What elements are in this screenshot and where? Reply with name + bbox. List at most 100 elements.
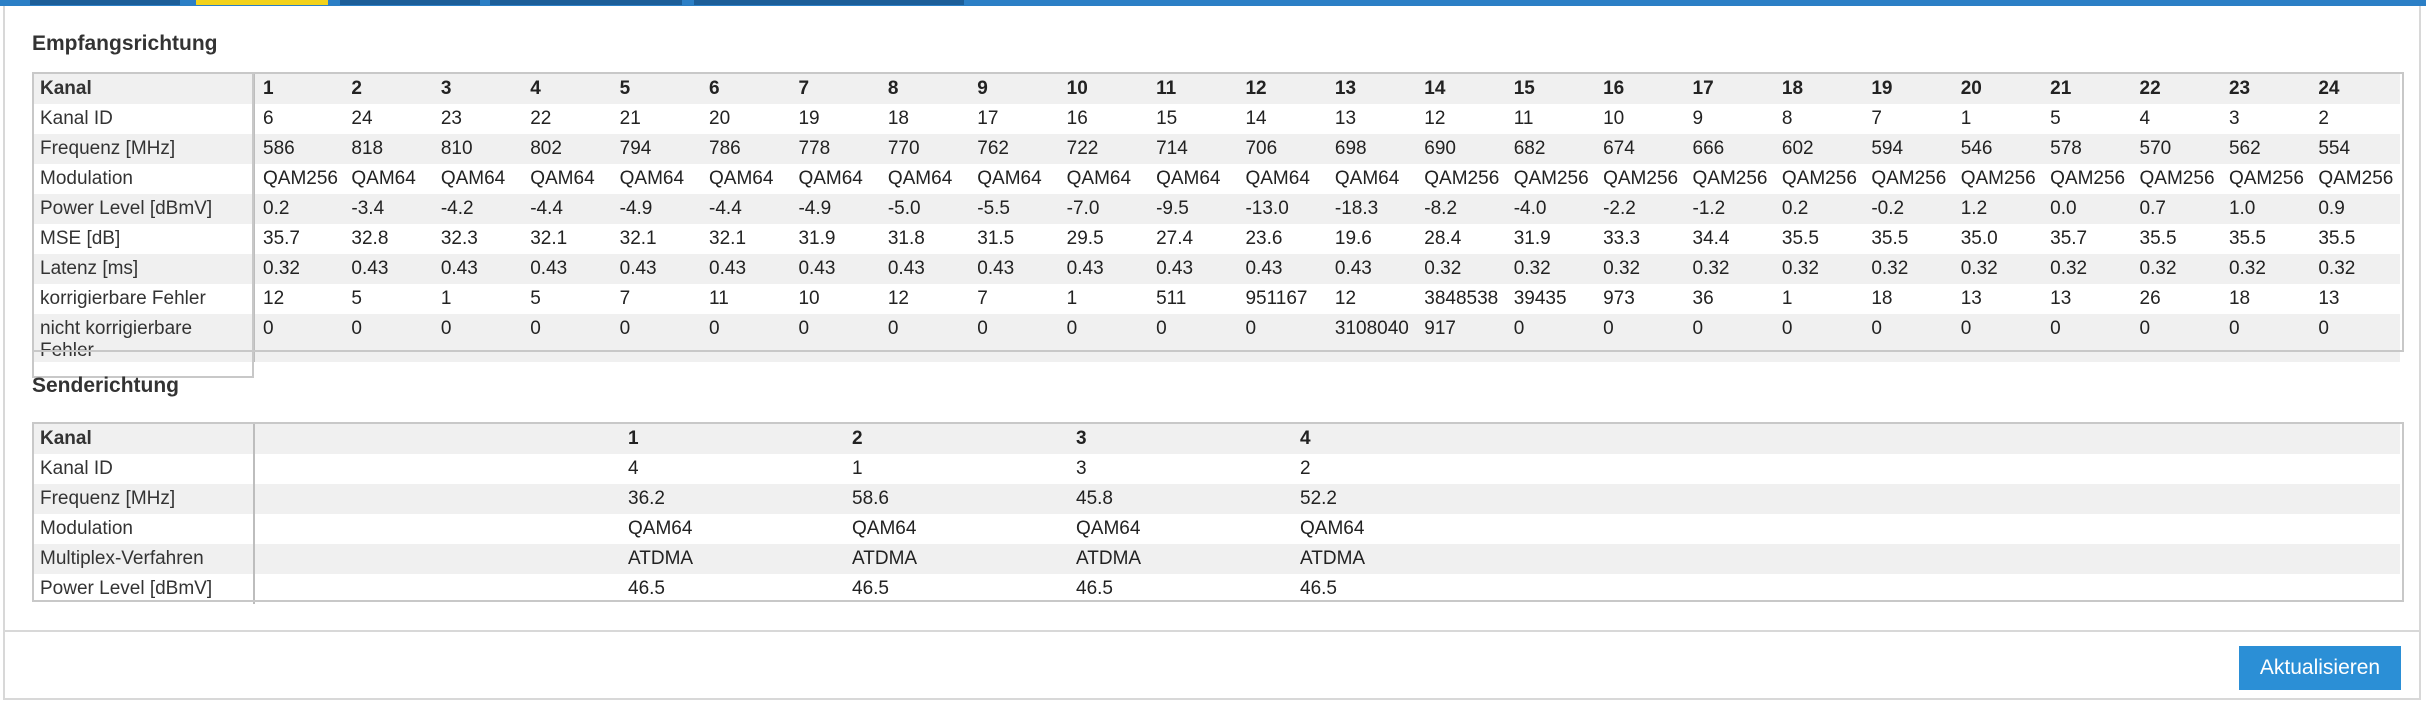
table-cell: 27.4 — [1148, 224, 1238, 254]
table-cell: 46.5 — [1068, 574, 1292, 604]
table-cell: 32.1 — [701, 224, 791, 254]
table-cell: QAM64 — [611, 164, 702, 194]
tab-indicator-1[interactable] — [30, 0, 180, 5]
table-cell: 3 — [2220, 104, 2311, 134]
table-cell: 10 — [1595, 104, 1685, 134]
table-cell: -13.0 — [1237, 194, 1327, 224]
table-cell: QAM256 — [254, 164, 344, 194]
table-cell: QAM64 — [343, 164, 433, 194]
row-label: Frequenz [MHz] — [32, 484, 255, 514]
tab-indicator-3[interactable] — [340, 0, 480, 5]
table-cell: 2 — [1292, 454, 2400, 484]
refresh-button[interactable]: Aktualisieren — [2239, 646, 2401, 690]
table-cell: -5.5 — [969, 194, 1059, 224]
table-cell: 3108040 — [1326, 314, 1417, 362]
row-label: Power Level [dBmV] — [32, 194, 255, 224]
table-cell: 973 — [1595, 284, 1685, 314]
tab-indicator-active[interactable] — [196, 0, 328, 5]
table-cell: -9.5 — [1148, 194, 1238, 224]
channel-number: 22 — [2131, 74, 2221, 104]
table-cell: 34.4 — [1684, 224, 1774, 254]
table-cell: 546 — [1952, 134, 2043, 164]
table-cell: 0.9 — [2310, 194, 2400, 224]
table-cell: -0.2 — [1863, 194, 1953, 224]
table-cell: QAM256 — [1505, 164, 1596, 194]
tab-indicator-4[interactable] — [490, 0, 682, 5]
upstream-table: Kanal 1 2 3 4 Kanal ID 4 1 3 2 Frequenz [MHz] 36.2 5… — [32, 424, 2401, 604]
table-cell: 35.5 — [1773, 224, 1864, 254]
table-header-row: Kanal 1 2 3 4 5 6 7 8 9 10 11 12 13 14 15 16 17 18 19 20 21 22… — [32, 74, 2400, 104]
table-cell: 0.43 — [1237, 254, 1327, 284]
table-cell: -2.2 — [1595, 194, 1685, 224]
table-row: korrigierbare Fehler 12 5 1 5 7 11 10 12 7 1 511 951… — [32, 284, 2400, 314]
table-cell: 0 — [1595, 314, 1685, 362]
table-cell: 24 — [343, 104, 433, 134]
table-cell: 7 — [969, 284, 1059, 314]
table-cell: 36 — [1684, 284, 1774, 314]
channel-number: 14 — [1416, 74, 1506, 104]
cable-info-panel: Empfangsrichtung Kanal 1 2 3 4 5 6 7 8 9 10 11 12 13 1… — [3, 6, 2421, 700]
channel-number: 4 — [1292, 424, 2400, 454]
table-cell: 810 — [432, 134, 523, 164]
channel-number: 7 — [790, 74, 880, 104]
table-cell: QAM64 — [1237, 164, 1327, 194]
table-cell: 0.0 — [2042, 194, 2132, 224]
table-cell: 0 — [1952, 314, 2043, 362]
table-cell: 10 — [790, 284, 880, 314]
table-cell: 11 — [1505, 104, 1596, 134]
table-cell: -8.2 — [1416, 194, 1506, 224]
table-cell: 674 — [1595, 134, 1685, 164]
table-cell: 586 — [254, 134, 344, 164]
table-cell: 722 — [1058, 134, 1149, 164]
table-cell: 0.2 — [1773, 194, 1864, 224]
table-cell: 594 — [1863, 134, 1953, 164]
spacer-cell — [254, 574, 620, 604]
channel-number: 17 — [1684, 74, 1774, 104]
table-cell: ATDMA — [1068, 544, 1292, 574]
channel-header-label: Kanal — [32, 74, 255, 104]
table-cell: 9 — [1684, 104, 1774, 134]
table-cell: ATDMA — [620, 544, 844, 574]
table-cell: 0 — [701, 314, 791, 362]
channel-number: 24 — [2310, 74, 2400, 104]
channel-number: 2 — [844, 424, 1068, 454]
table-row: Frequenz [MHz] 586 818 810 802 794 786 778 770 76… — [32, 134, 2400, 164]
table-cell: QAM64 — [1292, 514, 2400, 544]
table-cell: 46.5 — [620, 574, 844, 604]
table-cell: QAM64 — [432, 164, 523, 194]
table-cell: 35.5 — [2310, 224, 2400, 254]
table-cell: 4 — [2131, 104, 2221, 134]
table-cell: 45.8 — [1068, 484, 1292, 514]
table-cell: 0 — [1773, 314, 1864, 362]
table-cell: 0 — [1058, 314, 1149, 362]
table-cell: -7.0 — [1058, 194, 1149, 224]
tab-indicator-5[interactable] — [694, 0, 964, 5]
table-cell: 1 — [1952, 104, 2043, 134]
table-cell: 35.5 — [2220, 224, 2311, 254]
table-cell: 7 — [1863, 104, 1953, 134]
table-cell: QAM256 — [2220, 164, 2311, 194]
table-cell: 58.6 — [844, 484, 1068, 514]
channel-header-label: Kanal — [32, 424, 255, 454]
table-cell: QAM64 — [1148, 164, 1238, 194]
table-cell: 698 — [1326, 134, 1417, 164]
table-cell: QAM64 — [790, 164, 880, 194]
row-label: MSE [dB] — [32, 224, 255, 254]
table-cell: 0.43 — [1148, 254, 1238, 284]
table-row: Latenz [ms] 0.32 0.43 0.43 0.43 0.43 0.43 0.43 0… — [32, 254, 2400, 284]
table-cell: 26 — [2131, 284, 2221, 314]
spacer-cell — [254, 514, 620, 544]
channel-number: 2 — [343, 74, 433, 104]
channel-number: 6 — [701, 74, 791, 104]
table-cell: QAM64 — [701, 164, 791, 194]
table-cell: 0.32 — [1505, 254, 1596, 284]
table-cell: 18 — [2220, 284, 2311, 314]
row-label: korrigierbare Fehler — [32, 284, 255, 314]
table-cell: 12 — [879, 284, 970, 314]
table-cell: 13 — [1326, 104, 1417, 134]
table-row: nicht korrigierbare Fehler 0 0 0 0 0 0 0 0 0 0 0 0 31… — [32, 314, 2400, 362]
table-cell: 21 — [611, 104, 702, 134]
table-cell: QAM256 — [1595, 164, 1685, 194]
table-cell: 1 — [1058, 284, 1149, 314]
table-cell: 17 — [969, 104, 1059, 134]
